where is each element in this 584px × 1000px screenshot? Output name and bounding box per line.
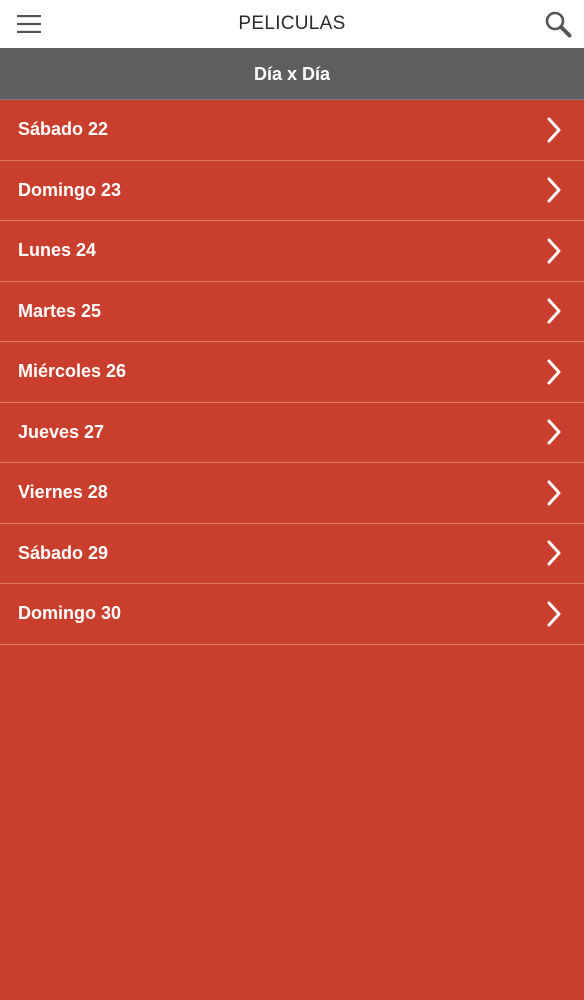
- section-header: Día x Día: [0, 48, 584, 100]
- list-item[interactable]: Jueves 27: [0, 403, 584, 463]
- list-item-label: Martes 25: [18, 300, 102, 321]
- app-screen: PELICULAS Día x Día Sábado 22 Domingo 23…: [0, 0, 584, 1000]
- list-item[interactable]: Sábado 29: [0, 524, 584, 584]
- list-item-label: Miércoles 26: [18, 361, 127, 382]
- list-item[interactable]: Sábado 22: [0, 100, 584, 161]
- list-item-label: Domingo 30: [18, 603, 122, 624]
- list-item-label: Domingo 23: [18, 179, 122, 200]
- list-item[interactable]: Domingo 30: [0, 584, 584, 645]
- menu-button[interactable]: [14, 10, 44, 38]
- chevron-right-icon: [546, 358, 562, 386]
- day-list: Sábado 22 Domingo 23 Lunes 24 Martes 25 …: [0, 100, 584, 645]
- hamburger-menu-icon: [17, 15, 41, 33]
- search-button[interactable]: [542, 8, 574, 40]
- search-icon: [545, 11, 572, 38]
- list-item-label: Sábado 22: [18, 119, 109, 140]
- list-item[interactable]: Miércoles 26: [0, 342, 584, 403]
- list-item[interactable]: Lunes 24: [0, 221, 584, 282]
- section-title: Día x Día: [253, 64, 331, 84]
- chevron-right-icon: [546, 237, 562, 265]
- chevron-right-icon: [546, 116, 562, 144]
- chevron-right-icon: [546, 176, 562, 204]
- list-item[interactable]: Martes 25: [0, 282, 584, 342]
- page-title: PELICULAS: [238, 13, 346, 34]
- chevron-right-icon: [546, 539, 562, 567]
- list-item-label: Jueves 27: [18, 421, 105, 442]
- list-item-label: Lunes 24: [18, 240, 97, 261]
- chevron-right-icon: [546, 418, 562, 446]
- top-app-bar: PELICULAS: [0, 0, 584, 48]
- chevron-right-icon: [546, 297, 562, 325]
- list-item-label: Viernes 28: [18, 482, 108, 503]
- chevron-right-icon: [546, 479, 562, 507]
- list-item[interactable]: Viernes 28: [0, 463, 584, 524]
- list-item-label: Sábado 29: [18, 542, 109, 563]
- list-item[interactable]: Domingo 23: [0, 161, 584, 221]
- chevron-right-icon: [546, 600, 562, 628]
